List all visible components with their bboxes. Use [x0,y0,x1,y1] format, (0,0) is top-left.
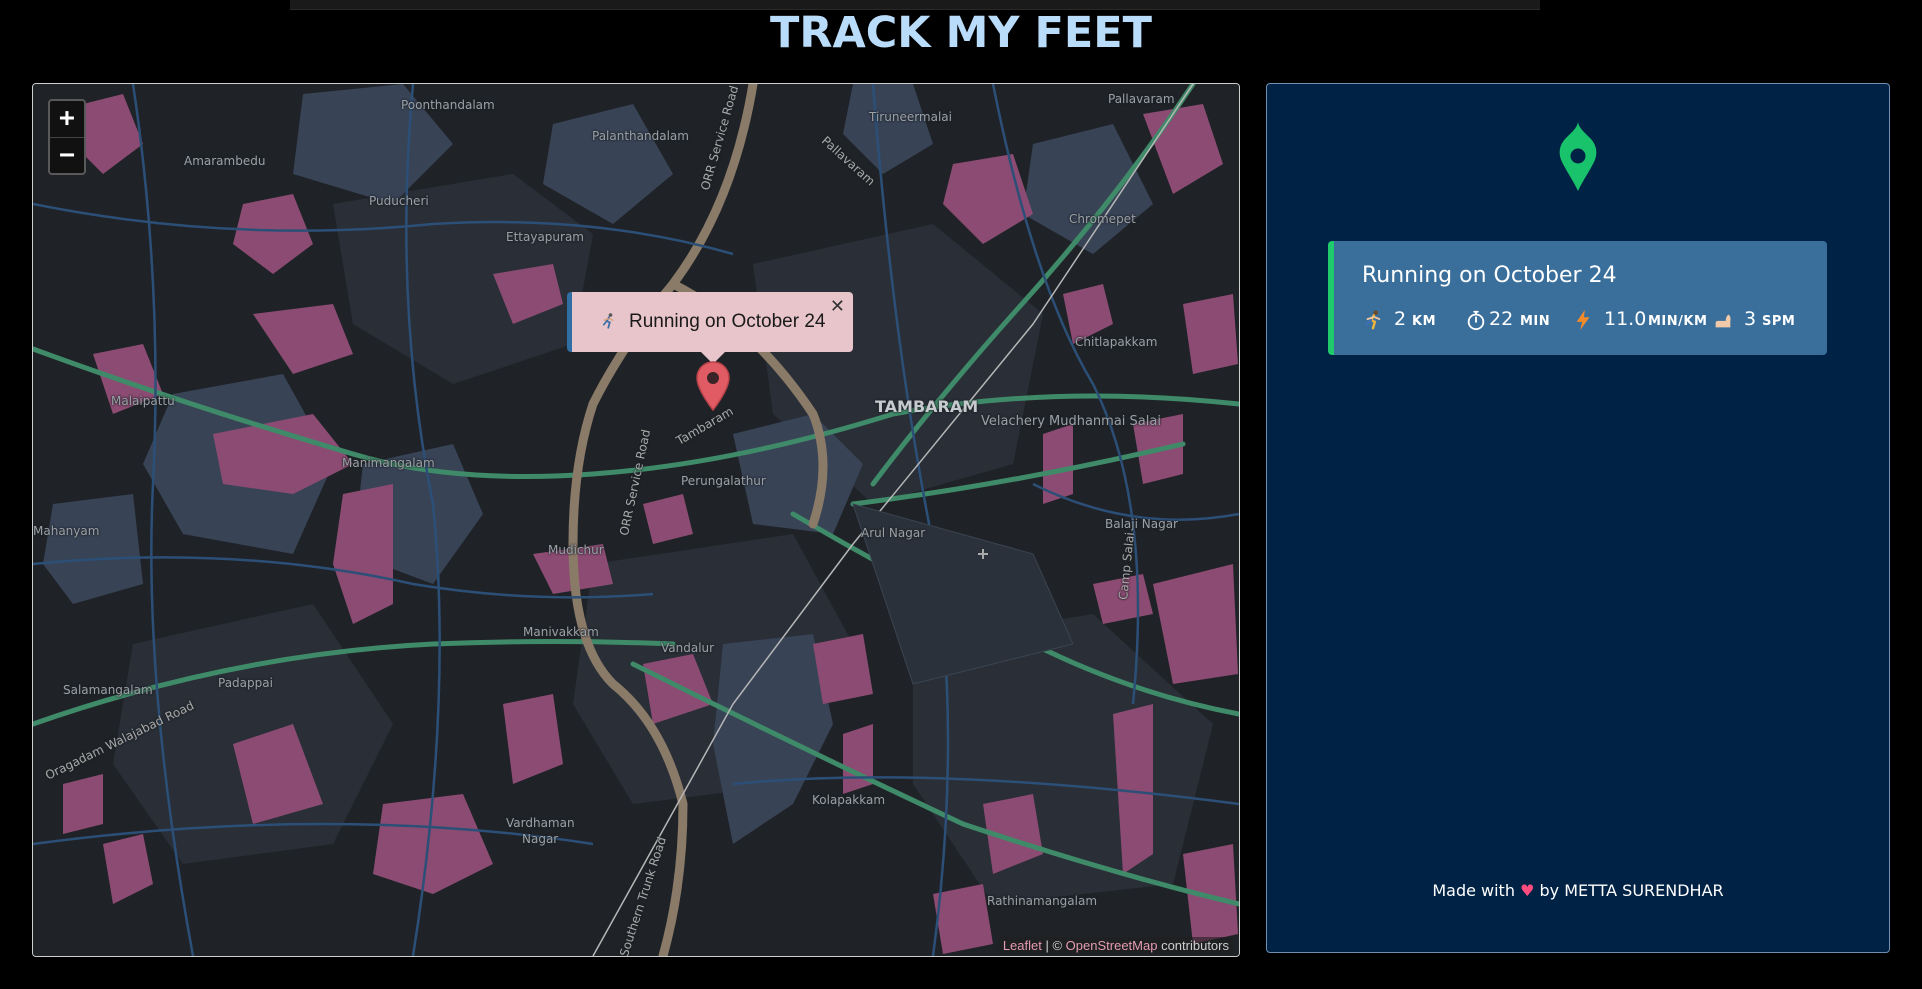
map-label-velachery: Velachery Mudhanmai Salai [981,414,1161,429]
map-popup: Running on October 24 ✕ [567,292,853,352]
popup-close-button[interactable]: ✕ [830,296,845,317]
map-label-ettayapuram: Ettayapuram [506,230,584,244]
stat-duration-unit: MIN [1520,314,1551,329]
workout-title: Running on October 24 [1362,263,1617,288]
map-label-nagar: Nagar [522,832,559,846]
map-label-palanthandalam: Palanthandalam [592,129,689,143]
map-label-malaipattu: Malaipattu [111,394,175,408]
map-pin-icon [1559,122,1597,191]
running-icon [602,313,614,329]
map-label-perungalathur: Perungalathur [681,474,766,488]
map-label-mudichur: Mudichur [548,543,604,557]
footer-suffix: by METTA SURENDHAR [1534,881,1724,900]
map-marker-icon[interactable] [696,361,730,411]
map-label-puducheri: Puducheri [369,194,429,208]
stat-pace-unit: MIN/KM [1648,314,1708,329]
map-container[interactable]: Poonthandalam Pallavaram Tiruneermalai A… [32,83,1240,957]
app-title: TRACK MY FEET [770,8,1152,58]
leaflet-link[interactable]: Leaflet [1003,938,1042,953]
map-label-kolapakkam: Kolapakkam [812,793,886,807]
map-label-rathinamangalam: Rathinamangalam [987,894,1098,908]
zoom-in-button[interactable]: + [50,101,84,138]
zoom-out-button[interactable]: − [50,138,84,174]
map-label-mahanyam: Mahanyam [33,524,100,538]
map-label-vandalur: Vandalur [661,641,715,655]
foot-icon [1715,314,1731,328]
map-label-poonthandalam: Poonthandalam [401,98,495,112]
footer-prefix: Made with [1432,881,1521,900]
zoom-control: + − [48,99,86,175]
lightning-icon [1576,309,1590,331]
stat-distance-value: 2 [1394,308,1407,330]
map-label-arul-nagar: Arul Nagar [861,526,926,540]
running-icon [1365,310,1381,330]
stat-cadence-value: 3 [1744,308,1757,330]
map-label-tambaram: TAMBARAM [875,397,979,416]
map-label-manimangalam: Manimangalam [342,456,435,470]
map-label-salamangalam: Salamangalam [63,683,153,697]
stat-duration-value: 22 [1489,308,1514,330]
map-label-chitlapakkam: Chitlapakkam [1075,335,1158,349]
map-label-vardhaman: Vardhaman [506,816,575,830]
popup-text: Running on October 24 [629,311,826,332]
heart-icon: ♥ [1520,881,1535,900]
attribution-suffix: contributors [1157,938,1229,953]
stat-distance-unit: KM [1412,314,1437,329]
map-tiles[interactable] [33,84,1239,956]
map-label-manivakkam: Manivakkam [523,625,599,639]
map-label-tiruneermalai: Tiruneermalai [869,110,952,124]
stopwatch-icon [1467,310,1485,331]
stat-cadence-unit: SPM [1762,314,1796,329]
osm-link[interactable]: OpenStreetMap [1066,938,1158,953]
map-label-balaji-nagar: Balaji Nagar [1105,517,1178,531]
map-label-amarambedu: Amarambedu [184,154,266,168]
attribution-separator: | © [1041,938,1066,953]
map-label-pallavaram-top: Pallavaram [1108,92,1175,106]
workout-card[interactable]: Running on October 24 2 KM 22 MIN 11.0 M… [1328,241,1827,355]
sidebar: Running on October 24 2 KM 22 MIN 11.0 M… [1266,83,1890,953]
map-label-chromepet: Chromepet [1069,212,1136,226]
map-attribution: Leaflet | © OpenStreetMap contributors [998,937,1233,954]
stat-pace-value: 11.0 [1604,308,1647,330]
footer-credit: Made with ♥ by METTA SURENDHAR [1267,881,1889,900]
map-label-padappai: Padappai [218,676,273,690]
